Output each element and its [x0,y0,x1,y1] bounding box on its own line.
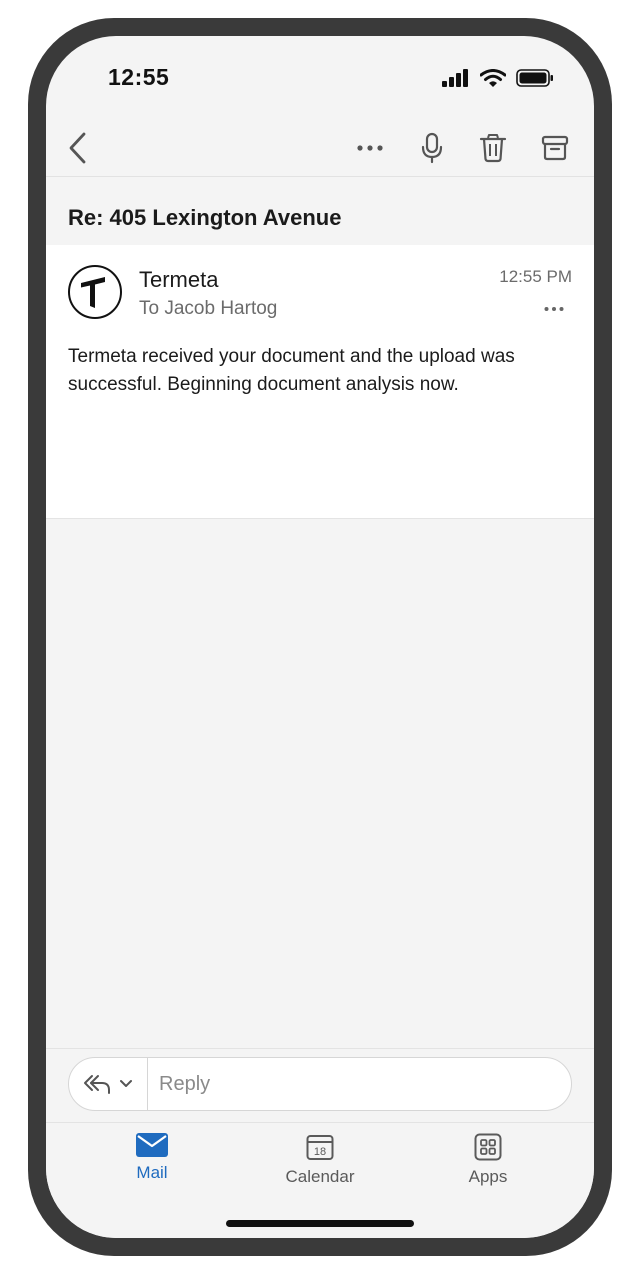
signal-icon [442,69,468,87]
reply-input[interactable] [159,1072,559,1096]
sender-name: Termeta [139,267,219,292]
calendar-icon: 18 [306,1135,334,1160]
archive-icon [541,135,569,161]
mail-icon [136,1133,168,1157]
recipient-line: To Jacob Hartog [139,298,278,319]
battery-icon [516,69,553,87]
chevron-down-icon [120,1080,132,1087]
message-time: 12:55 PM [499,267,572,286]
tab-label: Calendar [285,1167,355,1186]
status-bar: 12:55 [46,36,594,120]
subject-bar: Re: 405 Lexington Avenue [46,176,594,246]
tab-calendar[interactable]: 18 Calendar [260,1133,380,1191]
tab-apps[interactable]: Apps [428,1133,548,1191]
tab-mail[interactable]: Mail [92,1133,212,1191]
trash-icon [479,134,507,163]
more-horizontal-icon [357,145,383,151]
microphone-icon [421,132,443,164]
chevron-left-icon [69,132,86,164]
status-time: 12:55 [108,64,170,90]
back-button[interactable] [58,128,98,168]
message-body: Termeta received your document and the u… [68,346,515,395]
reply-box [68,1057,572,1111]
screen: 12:55 Re: 405 Lexington Avenue Termeta T… [46,36,594,1238]
more-button[interactable] [350,128,390,168]
toolbar [46,120,594,176]
more-horizontal-icon [544,307,564,311]
reply-all-icon [84,1075,110,1094]
message-card: Termeta To Jacob Hartog 12:55 PM Termeta… [46,245,594,519]
termeta-logo-icon [81,277,105,308]
email-subject: Re: 405 Lexington Avenue [68,205,342,230]
home-indicator[interactable] [226,1220,414,1227]
tab-label: Apps [468,1167,508,1186]
tab-label: Mail [136,1163,168,1182]
calendar-day: 18 [314,1146,326,1158]
dictate-button[interactable] [412,128,452,168]
wifi-icon [480,68,506,87]
tab-bar: Mail 18 Calendar Apps [46,1122,594,1238]
archive-button[interactable] [535,128,575,168]
message-more-button[interactable] [542,299,566,319]
status-icons [442,66,554,90]
apps-grid-icon [474,1133,502,1161]
reply-options-button[interactable] [69,1058,148,1110]
sender-avatar[interactable] [68,265,122,319]
delete-button[interactable] [473,128,513,168]
reply-area [46,1048,594,1123]
